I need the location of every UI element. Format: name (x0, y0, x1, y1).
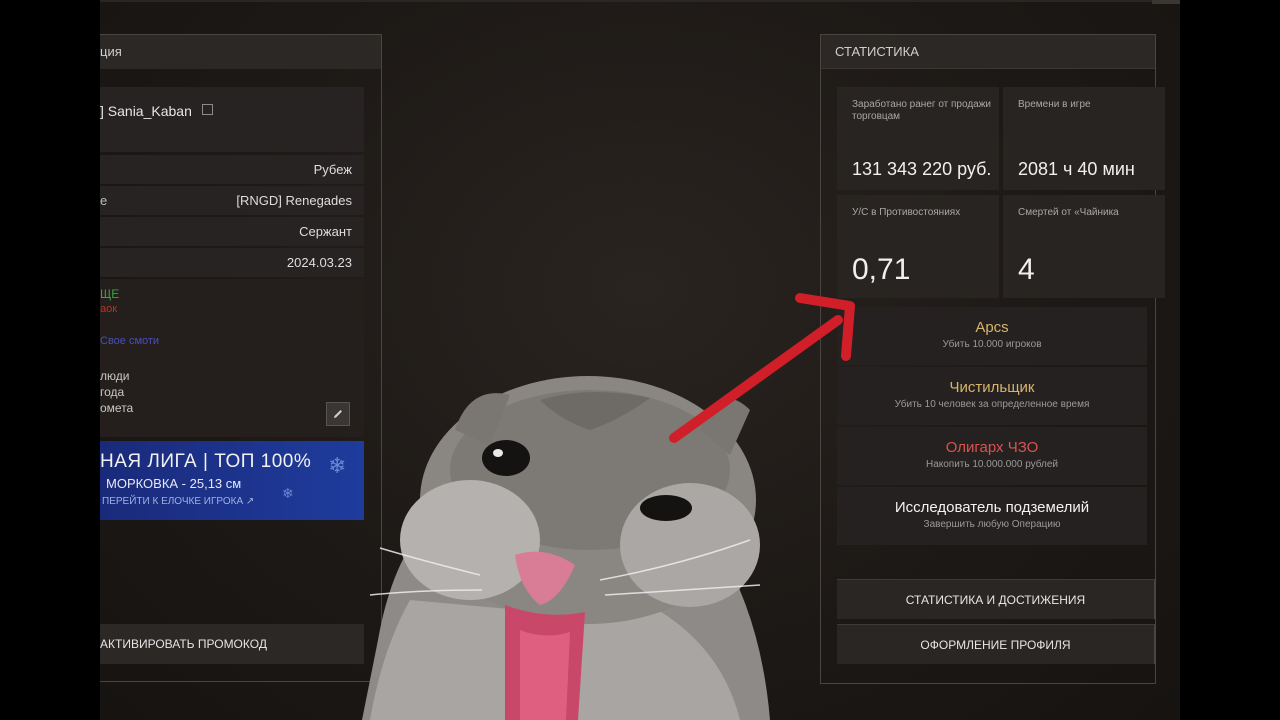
faction-value: Рубеж (313, 162, 352, 177)
stat-card-kd: У/С в Противостояниях 0,71 (837, 195, 999, 298)
date-row: 2024.03.23 (100, 248, 364, 277)
status-line: ЩЕ (100, 287, 120, 301)
player-nickname: ] Sania_Kaban (100, 103, 213, 119)
nickname-row: ] Sania_Kaban (100, 87, 364, 152)
external-link-icon: ↗ (245, 496, 255, 507)
row-key: e (100, 193, 108, 208)
copy-icon[interactable] (201, 104, 213, 115)
panel-title: ция (100, 35, 381, 69)
rank-row: Сержант (100, 217, 364, 246)
league-banner[interactable]: ❄ ❄ НАЯ ЛИГА | ТОП 100% МОРКОВКА - 25,13… (100, 441, 364, 520)
achievement-desc: Убить 10 человек за определенное время (894, 399, 1090, 410)
rank-value: Сержант (299, 224, 352, 239)
status-list: ЩЕ аок Свое смоти люди года омета (100, 279, 364, 437)
achievement-desc: Накопить 10.000.000 рублей (925, 459, 1059, 470)
stat-label: Смертей от «Чайника (1018, 207, 1119, 218)
stat-value: 4 (1018, 253, 1035, 286)
achievement-item[interactable]: Чистильщик Убить 10 человек за определен… (837, 367, 1147, 425)
snowflake-icon: ❄ (328, 453, 347, 478)
achievement-name: Чистильщик (949, 379, 1035, 396)
banner-subtitle: МОРКОВКА - 25,13 см (106, 476, 242, 491)
achievement-name: Apcs (975, 319, 1009, 336)
stat-card-playtime: Времени в игре 2081 ч 40 мин (1003, 87, 1165, 190)
registration-date: 2024.03.23 (286, 255, 352, 270)
achievement-name: Олигарх ЧЗО (945, 439, 1039, 456)
pencil-icon (334, 410, 342, 418)
status-line: омета (100, 401, 134, 415)
status-line: года (100, 385, 125, 399)
stat-value: 0,71 (852, 253, 911, 286)
achievement-item[interactable]: Олигарх ЧЗО Накопить 10.000.000 рублей (837, 427, 1147, 485)
status-line: Свое смоти (100, 335, 160, 347)
status-line: люди (100, 369, 130, 383)
stats-achievements-button[interactable]: СТАТИСТИКА И ДОСТИЖЕНИЯ (837, 579, 1155, 619)
achievement-desc: Убить 10.000 игроков (942, 339, 1042, 350)
stat-card-deaths: Смертей от «Чайника 4 (1003, 195, 1165, 298)
clan-value[interactable]: [RNGD] Renegades (236, 193, 352, 208)
achievement-desc: Завершить любую Операцию (923, 519, 1061, 530)
stat-label: У/С в Противостояниях (852, 207, 961, 218)
achievement-name: Исследователь подземелий (894, 499, 1090, 516)
banner-link[interactable]: ПЕРЕЙТИ К ЕЛОЧКЕ ИГРОКА ↗ (102, 496, 254, 507)
window-button[interactable] (1152, 0, 1180, 4)
top-border (100, 0, 1180, 2)
stat-card-earned: Заработано ранег от продажи торговцам 13… (837, 87, 999, 190)
profile-design-button[interactable]: ОФОРМЛЕНИЕ ПРОФИЛЯ (837, 624, 1155, 664)
edit-button[interactable] (326, 402, 350, 426)
stat-label: Заработано ранег от продажи торговцам (852, 99, 992, 122)
status-line: аок (100, 303, 118, 315)
stats-panel: СТАТИСТИКА Заработано ранег от продажи т… (820, 34, 1165, 684)
stat-value: 131 343 220 руб. (852, 159, 992, 179)
activate-promocode-button[interactable]: АКТИВИРОВАТЬ ПРОМОКОД (100, 624, 364, 664)
panel-title: СТАТИСТИКА (821, 35, 1155, 69)
stat-label: Времени в игре (1018, 99, 1091, 110)
snowflake-icon: ❄ (282, 485, 294, 501)
stat-value: 2081 ч 40 мин (1018, 159, 1135, 179)
faction-row: Рубеж (100, 155, 364, 184)
banner-title: НАЯ ЛИГА | ТОП 100% (100, 451, 312, 472)
nickname-text: ] Sania_Kaban (100, 103, 192, 119)
profile-panel: ция ] Sania_Kaban Рубеж e [RNGD] Renegad… (100, 34, 382, 682)
banner-link-text: ПЕРЕЙТИ К ЕЛОЧКЕ ИГРОКА (102, 496, 244, 507)
achievement-item[interactable]: Apcs Убить 10.000 игроков (837, 307, 1147, 365)
achievement-item[interactable]: Исследователь подземелий Завершить любую… (837, 487, 1147, 545)
clan-row: e [RNGD] Renegades (100, 186, 364, 215)
